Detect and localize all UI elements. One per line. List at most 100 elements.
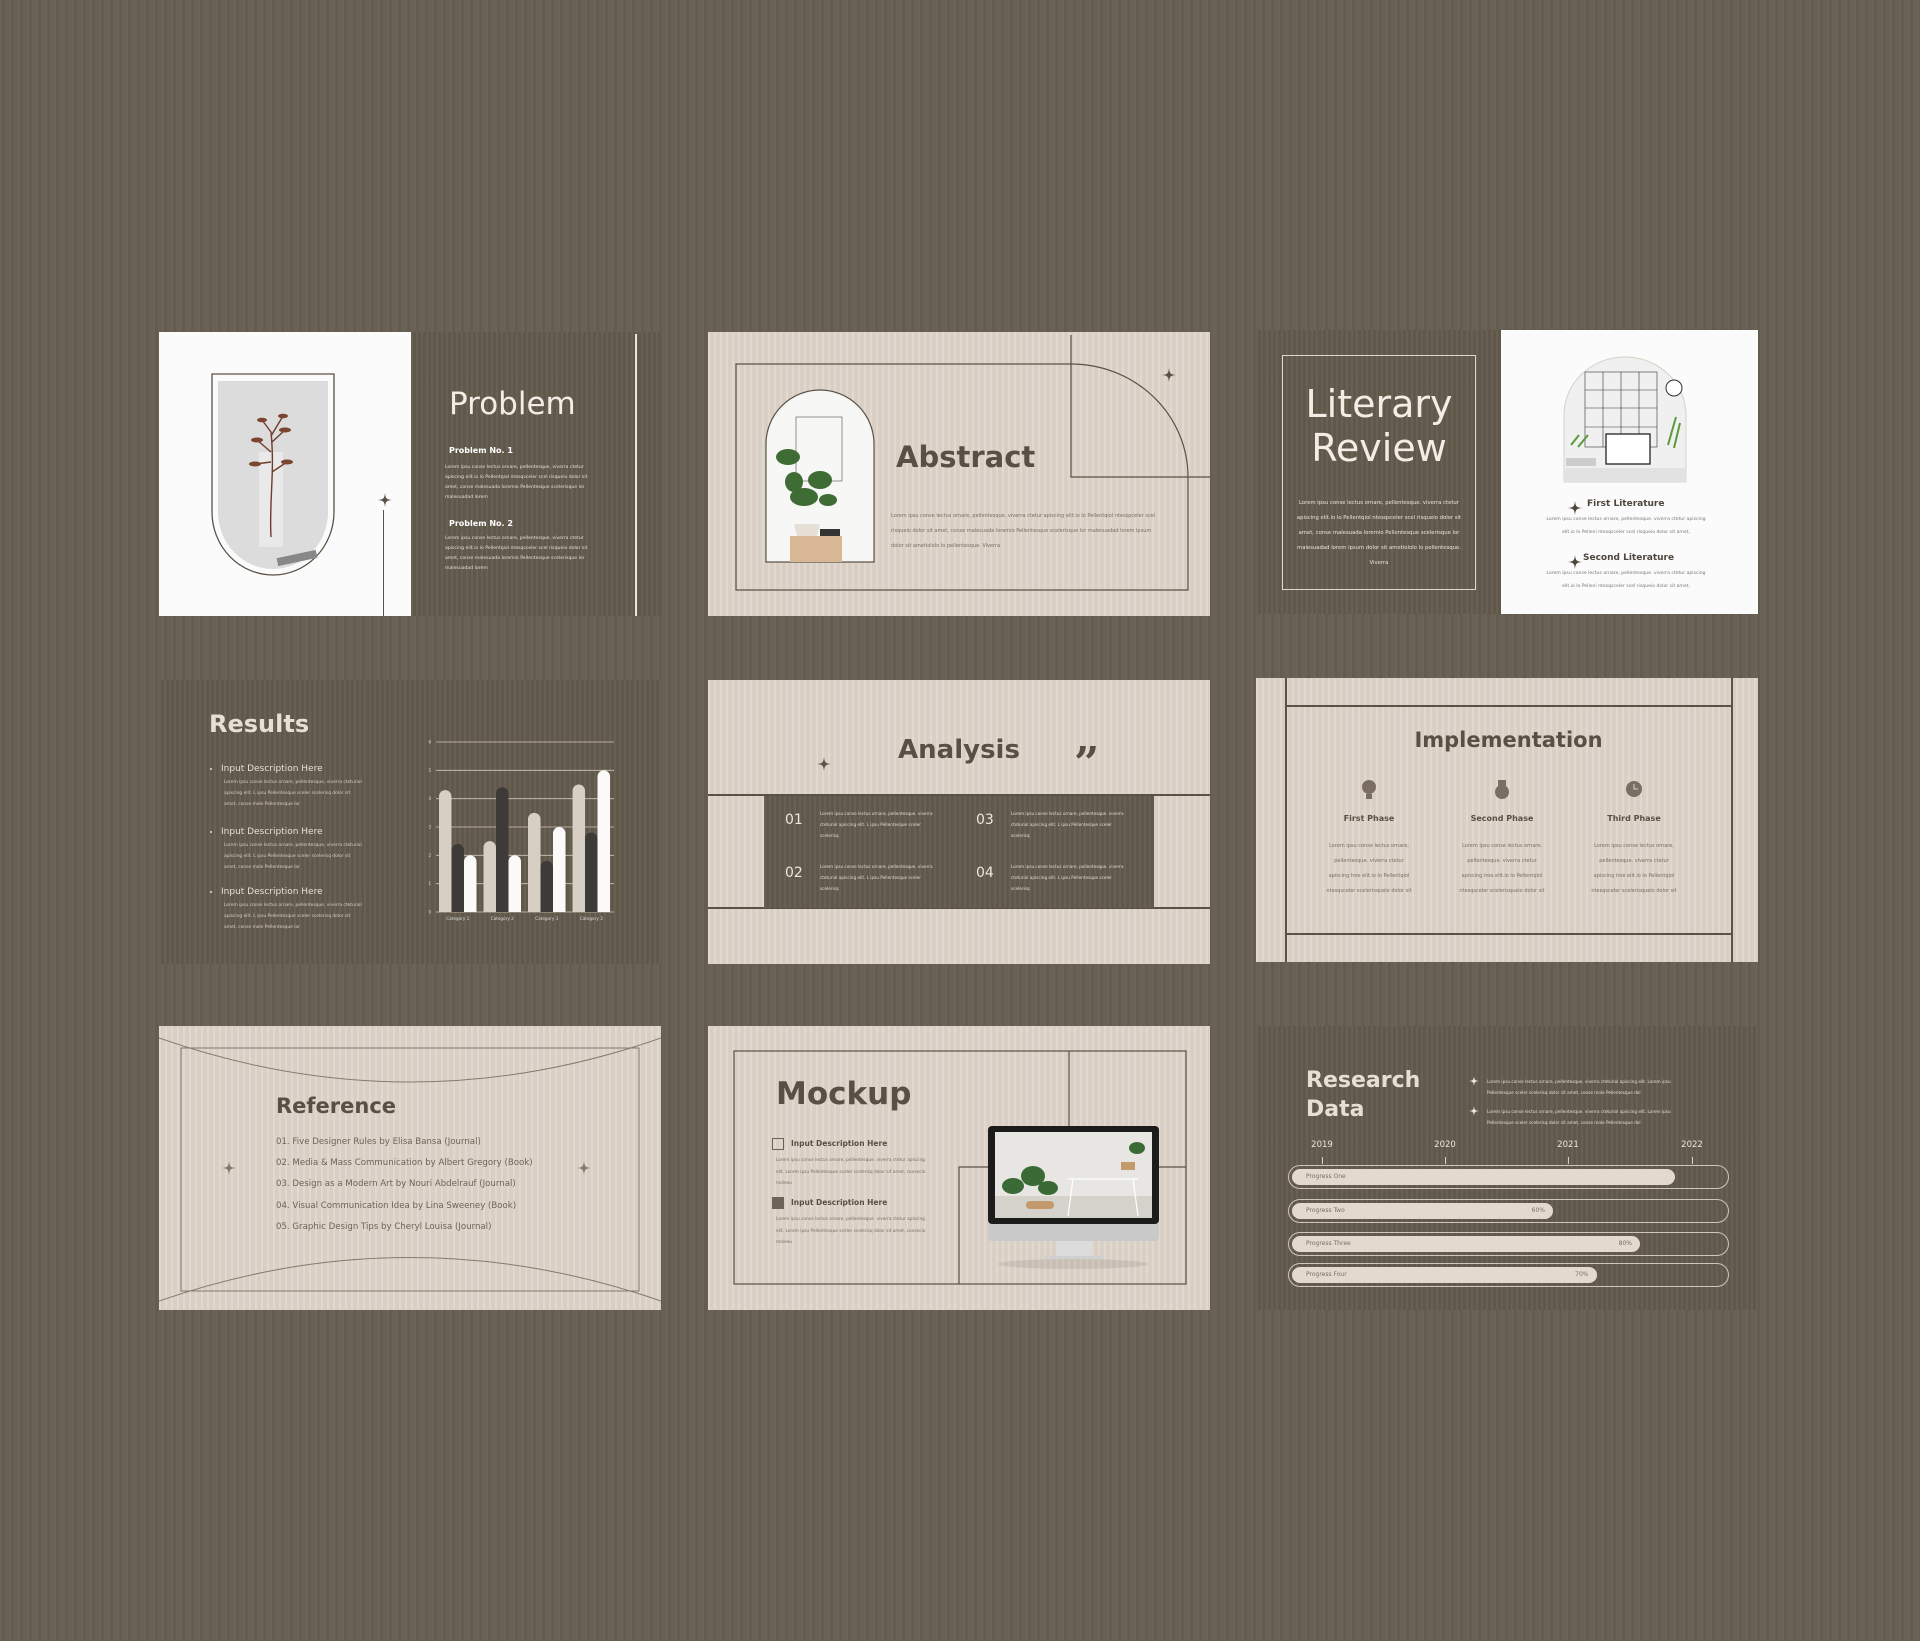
slide-abstract[interactable]: Abstract Lorem ipsu conse lectus ornare,… bbox=[708, 332, 1210, 616]
bar-series1-cat1 bbox=[439, 790, 452, 912]
year-label: 2022 bbox=[1681, 1140, 1703, 1150]
progress-fill: Progress Two 60% bbox=[1292, 1203, 1553, 1219]
literature-heading: First Literature bbox=[1587, 499, 1665, 509]
year-label: 2020 bbox=[1434, 1140, 1456, 1150]
progress-label: Progress Two bbox=[1306, 1207, 1345, 1214]
star-icon bbox=[1469, 1106, 1479, 1116]
year-label: 2021 bbox=[1557, 1140, 1579, 1150]
item-body: Lorem ipsu conse lectus ornare, pellente… bbox=[1011, 811, 1124, 838]
slide-title: Implementation bbox=[1414, 728, 1603, 752]
mockup-heading: Input Description Here bbox=[791, 1198, 888, 1207]
year-label: 2019 bbox=[1311, 1140, 1333, 1150]
phase-title: First Phase bbox=[1343, 814, 1395, 823]
problem-heading: Problem No. 1 bbox=[449, 446, 513, 455]
literature-body: Lorem ipsu conse lectus ornare, pellente… bbox=[1546, 517, 1706, 535]
x-tick-label: Category 3 bbox=[535, 916, 558, 921]
bar-series3-cat4 bbox=[597, 770, 610, 912]
divider-line bbox=[635, 334, 637, 616]
divider-line bbox=[1285, 705, 1732, 707]
item-number: 01 bbox=[785, 812, 803, 828]
progress-track: Progress One bbox=[1288, 1165, 1729, 1189]
progress-track: Progress Three 80% bbox=[1288, 1232, 1729, 1256]
year-tick bbox=[1322, 1157, 1323, 1164]
title-line: Data bbox=[1306, 1097, 1365, 1122]
reference-item: 01. Five Designer Rules by Elisa Bansa (… bbox=[276, 1137, 481, 1147]
bar-series3-cat3 bbox=[553, 827, 566, 912]
problem-body: Lorem ipsu conse lectus ornare, pellente… bbox=[445, 465, 588, 500]
progress-label: Progress Four bbox=[1306, 1271, 1347, 1278]
clock-icon bbox=[1623, 778, 1645, 802]
slide-title: Abstract bbox=[896, 440, 1036, 474]
phase-title: Second Phase bbox=[1470, 814, 1534, 823]
progress-percent: 60% bbox=[1531, 1207, 1545, 1214]
slide-literary-review[interactable]: Literary Review Lorem ipsu conse lectus … bbox=[1256, 330, 1758, 614]
literature-body: Lorem ipsu conse lectus ornare, pellente… bbox=[1546, 571, 1706, 589]
star-icon bbox=[577, 1161, 591, 1175]
slide-mockup[interactable]: Mockup Input Description Here Lorem ipsu … bbox=[708, 1026, 1210, 1310]
bar-series3-cat1 bbox=[464, 855, 477, 912]
progress-percent: 80% bbox=[1618, 1240, 1632, 1247]
bar-series1-cat4 bbox=[572, 784, 585, 912]
progress-track: Progress Four 70% bbox=[1288, 1263, 1729, 1287]
slide-implementation[interactable]: Implementation First Phase Lorem ipsu con… bbox=[1256, 678, 1758, 962]
mockup-body: Lorem ipsu conse lectus ornare, pellente… bbox=[776, 1217, 926, 1245]
star-icon bbox=[378, 493, 392, 507]
y-tick-label: 6 bbox=[428, 740, 431, 745]
progress-fill: Progress Four 70% bbox=[1292, 1267, 1597, 1283]
progress-fill: Progress Three 80% bbox=[1292, 1236, 1640, 1252]
bar-series2-cat4 bbox=[585, 832, 598, 912]
bar-series1-cat3 bbox=[528, 812, 541, 912]
slide-analysis[interactable]: Analysis ” 01 Lorem ipsu conse lectus orn… bbox=[708, 680, 1210, 964]
slide-research-data[interactable]: Research Data Lorem ipsu conse lectus or… bbox=[1256, 1026, 1758, 1310]
award-podium-icon bbox=[772, 1197, 784, 1209]
item-number: 04 bbox=[976, 865, 994, 881]
y-tick-label: 3 bbox=[428, 825, 431, 830]
reference-item: 04. Visual Communication Idea by Lina Sw… bbox=[276, 1200, 517, 1211]
quote-icon: ” bbox=[1074, 738, 1100, 789]
slide-title: Analysis bbox=[898, 735, 1020, 765]
year-tick bbox=[1568, 1157, 1569, 1164]
star-icon bbox=[1162, 368, 1176, 382]
divider-line bbox=[383, 510, 384, 616]
star-icon bbox=[817, 757, 831, 771]
divider-line bbox=[1285, 933, 1732, 935]
star-icon bbox=[222, 1161, 236, 1175]
y-tick-label: 0 bbox=[428, 910, 431, 915]
presentation-icon bbox=[772, 1138, 784, 1150]
reference-item: 05. Graphic Design Tips by Cheryl Louisa… bbox=[276, 1221, 492, 1232]
literature-heading: Second Literature bbox=[1583, 553, 1675, 563]
item-body: Lorem ipsu conse lectus ornare, pellente… bbox=[820, 811, 933, 838]
reference-item: 02. Media & Mass Communication by Albert… bbox=[276, 1158, 533, 1169]
gear-document-icon bbox=[1491, 778, 1513, 802]
divider-line bbox=[1285, 678, 1287, 962]
slide-problem[interactable]: Problem Problem No. 1 Lorem ipsu conse l… bbox=[159, 332, 661, 616]
y-tick-label: 5 bbox=[428, 768, 431, 773]
x-tick-label: Category 3 bbox=[580, 916, 603, 921]
y-tick-label: 2 bbox=[428, 853, 431, 858]
bar-series3-cat2 bbox=[508, 855, 521, 912]
star-icon bbox=[1469, 1076, 1479, 1086]
slide-title: Reference bbox=[276, 1094, 397, 1118]
title-line: Research bbox=[1306, 1068, 1421, 1093]
divider-line bbox=[1731, 678, 1733, 962]
bar-series2-cat3 bbox=[540, 861, 553, 912]
reference-item: 03. Design as a Modern Art by Nouri Abde… bbox=[276, 1179, 516, 1190]
slide-title: Research Data bbox=[1306, 1066, 1420, 1124]
x-tick-label: Category 1 bbox=[446, 916, 469, 921]
slide-results[interactable]: Results Input Description Here Lorem ipsu… bbox=[159, 680, 661, 964]
phase-body: Lorem ipsu conse lectus ornare, pellente… bbox=[1326, 843, 1412, 894]
abstract-body: Lorem ipsu conse lectus ornare, pellente… bbox=[891, 513, 1156, 549]
item-number: 02 bbox=[785, 865, 803, 881]
frame-lines bbox=[735, 335, 1210, 591]
phase-body: Lorem ipsu conse lectus ornare, pellente… bbox=[1591, 843, 1677, 894]
bar-series1-cat2 bbox=[483, 841, 496, 912]
problem-heading: Problem No. 2 bbox=[449, 519, 513, 528]
x-tick-label: Category 2 bbox=[491, 916, 514, 921]
item-body: Lorem ipsu conse lectus ornare, pellente… bbox=[820, 864, 933, 891]
y-tick-label: 4 bbox=[428, 796, 431, 801]
lightbulb-gear-icon bbox=[1358, 778, 1380, 802]
bar-series2-cat2 bbox=[496, 787, 509, 912]
note-text: Lorem ipsu conse lectus ornare, pellente… bbox=[1487, 1079, 1671, 1095]
slide-reference[interactable]: Reference 01. Five Designer Rules by Eli… bbox=[159, 1026, 661, 1310]
y-tick-label: 1 bbox=[428, 881, 431, 886]
